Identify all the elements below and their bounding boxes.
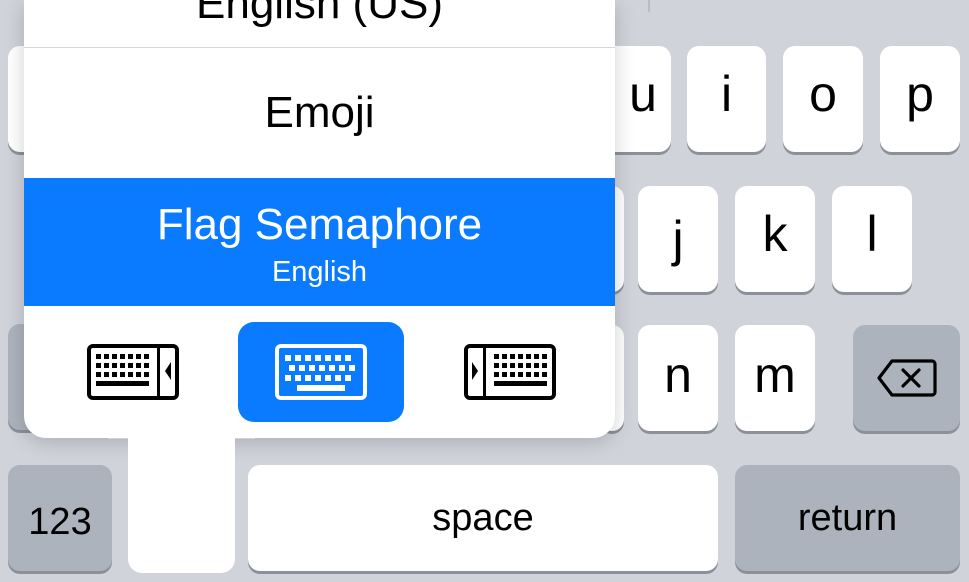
backspace-icon (876, 359, 937, 397)
key-i-label: i (720, 66, 733, 122)
keyboard-option-label: Emoji (264, 88, 375, 137)
keyboard-option-english-us[interactable]: English (US) (24, 0, 615, 48)
numbers-key-label: 123 (28, 501, 92, 543)
key-l[interactable]: l (832, 186, 912, 292)
return-key[interactable]: return (735, 465, 960, 571)
space-key[interactable]: space (248, 465, 718, 571)
key-j[interactable]: j (638, 186, 718, 292)
key-o[interactable]: o (783, 46, 863, 152)
key-p-label: p (906, 66, 934, 122)
keyboard-option-emoji[interactable]: Emoji (24, 48, 615, 178)
key-k-label: k (762, 206, 788, 262)
numbers-key[interactable]: 123 (8, 465, 112, 571)
key-n-label: n (664, 347, 692, 403)
keyboard-left-icon (87, 344, 179, 400)
keyboard-switcher-popup: English (US) Emoji Flag Semaphore Englis… (24, 0, 615, 438)
keyboard-left-button[interactable] (77, 322, 189, 422)
key-m-label: m (754, 347, 796, 403)
key-i[interactable]: i (687, 46, 766, 152)
text-cursor (648, 0, 650, 12)
keyboard-option-label: English (US) (196, 0, 443, 28)
key-m[interactable]: m (735, 325, 815, 431)
key-n[interactable]: n (638, 325, 718, 431)
keyboard-option-sublabel: English (271, 256, 368, 288)
keyboard-option-label: Flag Semaphore (156, 200, 483, 249)
keyboard-right-icon (464, 344, 556, 400)
globe-key-stem[interactable] (128, 420, 235, 573)
space-key-label: space (432, 497, 534, 539)
key-l-label: l (866, 206, 878, 262)
key-u-label: u (629, 66, 657, 122)
keyboard-right-button[interactable] (454, 322, 566, 422)
keyboard-center-icon (275, 344, 367, 400)
key-o-label: o (809, 66, 837, 122)
key-p[interactable]: p (880, 46, 960, 152)
keyboard-option-flag-semaphore[interactable]: Flag Semaphore English (24, 178, 615, 306)
return-key-label: return (797, 497, 898, 539)
key-j-label: j (672, 211, 684, 267)
backspace-key[interactable] (853, 325, 960, 431)
key-k[interactable]: k (735, 186, 815, 292)
keyboard-center-button[interactable] (238, 322, 404, 422)
